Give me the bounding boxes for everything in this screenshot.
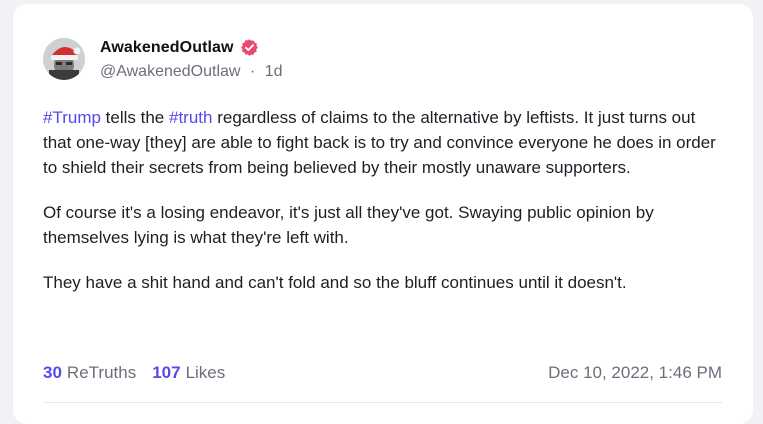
author-name-row: AwakenedOutlaw: [100, 38, 259, 57]
post-paragraph: #Trump tells the #truth regardless of cl…: [43, 105, 723, 180]
post-timestamp[interactable]: Dec 10, 2022, 1:46 PM: [548, 363, 722, 383]
likes-stat[interactable]: 107 Likes: [152, 363, 225, 383]
post-body: #Trump tells the #truth regardless of cl…: [43, 105, 723, 315]
post-stats: 30 ReTruths 107 Likes: [43, 363, 225, 383]
post-text: They have a shit hand and can't fold and…: [43, 273, 627, 292]
divider: [43, 402, 722, 403]
meta-separator: ·: [249, 63, 256, 80]
likes-label: Likes: [185, 363, 226, 382]
retruths-stat[interactable]: 30 ReTruths: [43, 363, 136, 383]
retruths-count: 30: [43, 363, 62, 382]
avatar[interactable]: [43, 38, 85, 80]
post-age: 1d: [264, 63, 283, 80]
author-handle[interactable]: @AwakenedOutlaw: [100, 63, 240, 80]
post-card: AwakenedOutlaw @AwakenedOutlaw · 1d #Tru…: [13, 4, 753, 424]
author-display-name[interactable]: AwakenedOutlaw: [100, 39, 234, 57]
post-paragraph: They have a shit hand and can't fold and…: [43, 270, 723, 295]
author-handle-row: @AwakenedOutlaw · 1d: [100, 63, 283, 81]
post-text: Of course it's a losing endeavor, it's j…: [43, 203, 654, 247]
post-paragraph: Of course it's a losing endeavor, it's j…: [43, 200, 723, 250]
hashtag-link[interactable]: #truth: [169, 108, 212, 127]
verified-badge-icon: [240, 38, 259, 57]
retruths-label: ReTruths: [66, 363, 137, 382]
likes-count: 107: [152, 363, 181, 382]
hashtag-link[interactable]: #Trump: [43, 108, 101, 127]
post-text: tells the: [100, 108, 169, 127]
